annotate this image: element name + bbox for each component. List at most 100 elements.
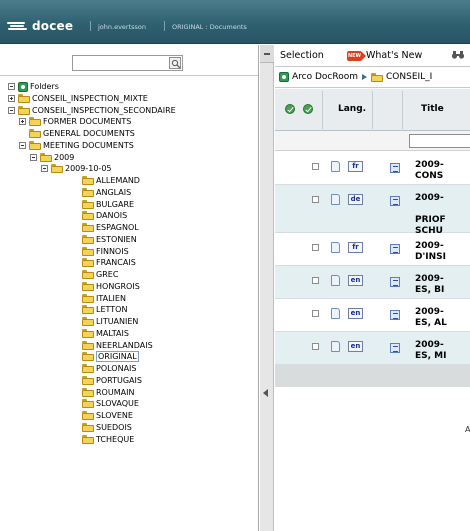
pane-splitter[interactable]: [260, 45, 274, 531]
document-properties-icon[interactable]: [331, 308, 340, 319]
selection-menu[interactable]: Selection: [280, 50, 324, 61]
tree-node[interactable]: ESTONIEN: [82, 234, 137, 245]
tree-node[interactable]: ALLEMAND: [82, 175, 140, 186]
table-row[interactable]: en 2009- ES, BI: [275, 266, 470, 299]
status-check-icon[interactable]: [303, 104, 313, 114]
document-title[interactable]: 2009-: [415, 274, 444, 285]
tree-node[interactable]: NEERLANDAIS: [82, 340, 153, 351]
tree-node[interactable]: SLOVAQUE: [82, 398, 139, 409]
tree-node[interactable]: ANGLAIS: [82, 187, 131, 198]
word-document-icon[interactable]: [390, 196, 400, 206]
tree-node[interactable]: ORIGINAL: [82, 351, 139, 363]
tree-node[interactable]: GREC: [82, 269, 118, 280]
word-document-icon[interactable]: [390, 343, 400, 353]
tree-node[interactable]: FORMER DOCUMENTS: [19, 116, 131, 127]
column-header-lang[interactable]: Lang.: [338, 104, 366, 114]
document-properties-icon[interactable]: [331, 194, 340, 205]
expand-toggle-icon[interactable]: [19, 118, 26, 126]
document-properties-icon[interactable]: [331, 242, 340, 253]
splitter-collapse-button[interactable]: [260, 45, 274, 63]
title-filter-input[interactable]: [409, 134, 470, 148]
collapse-toggle-icon[interactable]: [8, 83, 15, 90]
tree-node[interactable]: MEETING DOCUMENTS: [19, 140, 134, 151]
table-row[interactable]: de 2009- PRIOF SCHU: [275, 185, 470, 236]
row-checkbox[interactable]: [312, 163, 319, 170]
collapse-toggle-icon[interactable]: [8, 106, 15, 114]
tree-node[interactable]: ROUMAIN: [82, 387, 134, 398]
row-checkbox[interactable]: [312, 343, 319, 350]
word-document-icon[interactable]: [390, 277, 400, 287]
tree-node[interactable]: DANOIS: [82, 210, 127, 221]
tree-node[interactable]: ITALIEN: [82, 293, 126, 304]
tree-node[interactable]: 2009: [30, 152, 74, 163]
document-title[interactable]: 2009-: [415, 193, 444, 204]
collapse-left-arrow-icon[interactable]: [263, 389, 268, 397]
tree-node[interactable]: FINNOIS: [82, 246, 129, 257]
table-row[interactable]: fr 2009- CONS: [275, 152, 470, 185]
document-title[interactable]: CONS: [415, 171, 443, 182]
tree-node-label: FRANCAIS: [96, 258, 136, 268]
tree-root-folders[interactable]: Folders: [8, 81, 59, 92]
header-user[interactable]: john.evertsson: [98, 23, 146, 31]
table-row[interactable]: fr 2009- D'INSI: [275, 233, 470, 266]
column-header-title[interactable]: Title: [421, 104, 444, 114]
collapse-toggle-icon[interactable]: [41, 165, 48, 173]
tree-node[interactable]: FRANCAIS: [82, 257, 136, 268]
breadcrumb-root[interactable]: Arco DocRoom CONSEIL_I: [279, 72, 432, 82]
document-title[interactable]: ES, BI: [415, 285, 444, 296]
document-properties-icon[interactable]: [331, 161, 340, 172]
document-properties-icon[interactable]: [331, 341, 340, 352]
tree-node[interactable]: MALTAIS: [82, 328, 129, 339]
tree-node[interactable]: PORTUGAIS: [82, 375, 142, 386]
search-button[interactable]: [169, 57, 181, 69]
tree-node[interactable]: SLOVENE: [82, 410, 133, 421]
tree-search-input[interactable]: [72, 55, 183, 71]
table-row[interactable]: en 2009- ES, AL: [275, 299, 470, 332]
table-row[interactable]: en 2009- ES, MI: [275, 332, 470, 365]
document-title[interactable]: ES, MI: [415, 351, 447, 362]
row-checkbox[interactable]: [312, 310, 319, 317]
folder-icon: [82, 352, 94, 362]
tree-node[interactable]: GENERAL DOCUMENTS: [29, 128, 135, 139]
tree-node[interactable]: ESPAGNOL: [82, 222, 139, 233]
tree-node[interactable]: BULGARE: [82, 199, 134, 210]
minus-icon: [264, 53, 270, 55]
document-title[interactable]: ES, AL: [415, 318, 447, 329]
tree-node[interactable]: HONGROIS: [82, 281, 140, 292]
tree-node[interactable]: SUEDOIS: [82, 422, 132, 433]
folder-icon: [82, 434, 94, 444]
status-check-icon[interactable]: [285, 104, 295, 114]
document-title[interactable]: PRIOF: [415, 215, 446, 226]
tree-node[interactable]: CONSEIL_INSPECTION_MIXTE: [8, 93, 148, 104]
document-title[interactable]: 2009-: [415, 160, 444, 171]
document-title[interactable]: 2009-: [415, 340, 444, 351]
document-title[interactable]: 2009-: [415, 307, 444, 318]
breadcrumb-current-label[interactable]: CONSEIL_I: [386, 72, 432, 82]
documents-pane: Selection NEW What's New Arco DocRoom CO…: [275, 45, 470, 531]
row-checkbox[interactable]: [312, 244, 319, 251]
row-checkbox[interactable]: [312, 196, 319, 203]
tree-node[interactable]: 2009-10-05: [41, 163, 112, 174]
tree-node[interactable]: TCHEQUE: [82, 434, 134, 445]
document-title[interactable]: D'INSI: [415, 252, 446, 263]
tree-node-label: SLOVENE: [96, 411, 133, 420]
tree-node[interactable]: LETTON: [82, 304, 127, 315]
binoculars-icon[interactable]: [451, 50, 465, 60]
collapse-toggle-icon[interactable]: [30, 153, 37, 161]
tree-node-label: TCHEQUE: [96, 434, 135, 444]
collapse-toggle-icon[interactable]: [19, 141, 26, 149]
document-properties-icon[interactable]: [331, 275, 340, 286]
document-title[interactable]: 2009-: [415, 241, 444, 252]
tree-node[interactable]: POLONAIS: [82, 363, 136, 374]
row-checkbox[interactable]: [312, 277, 319, 284]
word-document-icon[interactable]: [390, 310, 400, 320]
docee-logo[interactable]: docee: [7, 19, 74, 33]
word-document-icon[interactable]: [390, 244, 400, 254]
whats-new-menu[interactable]: NEW What's New: [347, 50, 422, 61]
logo-text: docee: [32, 19, 74, 33]
tree-node[interactable]: LITUANIEN: [82, 316, 138, 327]
whats-new-label: What's New: [366, 50, 423, 61]
word-document-icon[interactable]: [390, 163, 400, 173]
tree-node[interactable]: CONSEIL_INSPECTION_SECONDAIRE: [8, 105, 176, 116]
expand-toggle-icon[interactable]: [8, 94, 15, 102]
